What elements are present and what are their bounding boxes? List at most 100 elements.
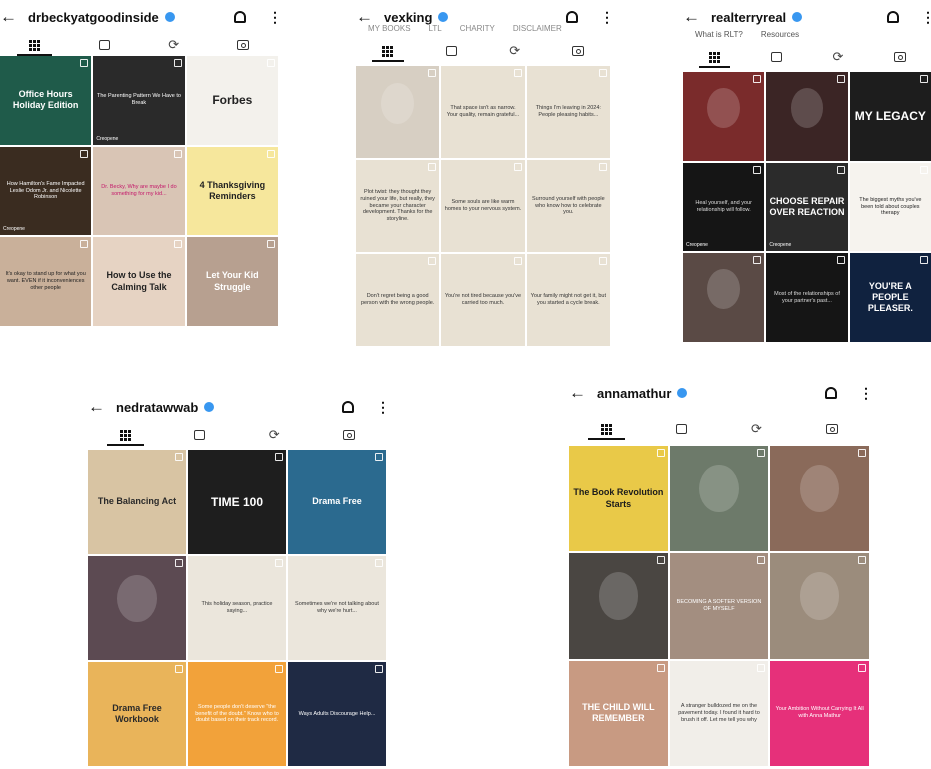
post-thumbnail[interactable]: Things I'm leaving in 2024: People pleas… <box>526 66 610 158</box>
post-thumbnail[interactable]: The Balancing Act <box>88 450 186 554</box>
post-thumbnail[interactable] <box>356 66 440 158</box>
post-thumbnail[interactable]: Sometimes we're not talking about why we… <box>288 556 386 660</box>
back-arrow-icon[interactable]: ← <box>88 397 105 417</box>
post-thumbnail[interactable]: Your family might not get it, but you st… <box>526 254 610 346</box>
post-thumbnail[interactable]: This holiday season, practice saying... <box>188 556 286 660</box>
pin-icon <box>428 257 437 265</box>
post-thumbnail[interactable] <box>669 446 769 552</box>
tab-posts[interactable] <box>88 424 163 446</box>
tab-tagged[interactable] <box>312 424 387 446</box>
tab-video[interactable] <box>420 40 484 62</box>
more-dots-icon[interactable]: ⋮ <box>376 399 386 416</box>
pin-icon <box>267 240 275 249</box>
tab-reels[interactable]: ⟳ <box>719 418 794 440</box>
post-thumbnail[interactable]: Don't regret being a good person with th… <box>356 254 440 346</box>
tab-reels[interactable]: ⟳ <box>483 40 547 62</box>
post-thumbnail[interactable] <box>569 553 668 659</box>
profile-tabs: ⟳ <box>0 34 278 56</box>
tab-posts[interactable] <box>0 34 70 56</box>
post-thumbnail[interactable] <box>683 253 765 342</box>
post-thumbnail[interactable]: That space isn't as narrow. Your quality… <box>441 66 525 158</box>
subnav-link[interactable]: MY BOOKS <box>368 24 411 33</box>
post-thumbnail[interactable]: Plot twist: they thought they ruined you… <box>356 160 440 252</box>
post-caption: Surround yourself with people who know h… <box>531 195 605 216</box>
back-arrow-icon[interactable]: ← <box>683 7 700 27</box>
post-thumbnail[interactable] <box>770 446 869 552</box>
back-arrow-icon[interactable]: ← <box>569 383 586 403</box>
tab-reels[interactable]: ⟳ <box>237 424 312 446</box>
post-thumbnail[interactable]: Office Hours Holiday Edition <box>0 56 92 145</box>
post-thumbnail[interactable]: 4 Thanksgiving Reminders <box>186 146 278 236</box>
tab-video[interactable] <box>644 418 719 440</box>
video-icon <box>194 430 206 440</box>
pin-icon <box>173 240 182 249</box>
tab-tagged[interactable] <box>794 418 869 440</box>
tab-tagged[interactable] <box>547 40 611 62</box>
post-thumbnail[interactable]: TIME 100 <box>188 450 286 554</box>
post-thumbnail[interactable]: How to Use the Calming Talk <box>93 237 185 326</box>
post-caption: YOU'RE A PEOPLE PLEASER. <box>867 280 913 314</box>
post-label: Creopene <box>686 242 708 249</box>
posts-grid: MY LEGACY Heal yourself, and your relatio… <box>683 72 931 342</box>
post-thumbnail[interactable]: It's okay to stand up for what you want.… <box>0 237 92 326</box>
more-dots-icon[interactable]: ⋮ <box>921 9 931 26</box>
subnav-link[interactable]: LTL <box>429 24 442 33</box>
subnav-link[interactable]: CHARITY <box>460 24 495 33</box>
post-thumbnail[interactable]: You're not tired because you've carried … <box>441 254 525 346</box>
post-thumbnail[interactable]: A stranger bulldozed me on the pavement … <box>669 660 769 766</box>
bell-icon[interactable] <box>566 11 578 23</box>
post-thumbnail[interactable]: Heal yourself, and your relationship wil… <box>683 162 765 252</box>
post-thumbnail[interactable]: Let Your Kid Struggle <box>186 237 278 326</box>
post-thumbnail[interactable]: BECOMING A SOFTER VERSION OF MYSELF <box>669 553 769 659</box>
tab-reels[interactable]: ⟳ <box>139 34 209 56</box>
post-thumbnail[interactable]: Forbes <box>186 56 278 145</box>
post-thumbnail[interactable]: Your Ambition Without Carrying It All wi… <box>770 660 869 766</box>
post-thumbnail[interactable] <box>770 553 869 659</box>
post-thumbnail[interactable]: The Book Revolution Starts <box>569 446 668 552</box>
photo-subject <box>699 464 739 513</box>
post-thumbnail[interactable]: Ways Adults Discourage Help... <box>288 662 386 766</box>
tab-posts[interactable] <box>356 40 420 62</box>
bell-icon[interactable] <box>342 401 354 413</box>
bell-icon[interactable] <box>825 387 837 399</box>
post-thumbnail[interactable] <box>88 556 186 660</box>
post-thumbnail[interactable]: Some people don't deserve "the benefit o… <box>188 662 286 766</box>
tab-reels[interactable]: ⟳ <box>807 46 869 68</box>
tab-posts[interactable] <box>683 46 745 68</box>
back-arrow-icon[interactable]: ← <box>0 7 17 27</box>
bell-icon[interactable] <box>234 11 246 23</box>
post-thumbnail[interactable]: How Hamilton's Fame Impacted Leslie Odom… <box>0 146 92 236</box>
post-thumbnail[interactable]: CHOOSE REPAIR OVER REACTION Creopene <box>766 162 848 252</box>
post-thumbnail[interactable]: Dr. Becky, Why are maybe I do something … <box>93 146 185 236</box>
post-thumbnail[interactable]: YOU'RE A PEOPLE PLEASER. <box>849 253 931 342</box>
tab-tagged[interactable] <box>869 46 931 68</box>
bell-icon[interactable] <box>887 11 899 23</box>
post-thumbnail[interactable]: THE CHILD WILL REMEMBER <box>569 660 668 766</box>
post-thumbnail[interactable] <box>683 72 765 161</box>
tab-video[interactable] <box>70 34 140 56</box>
post-caption: Your Ambition Without Carrying It All wi… <box>775 706 864 720</box>
subnav-link[interactable]: DISCLAIMER <box>513 24 562 33</box>
subnav-link[interactable]: Resources <box>761 30 799 39</box>
pin-icon <box>836 165 845 174</box>
subnav-link[interactable]: What is RLT? <box>695 30 743 39</box>
post-thumbnail[interactable]: Most of the relationships of your partne… <box>766 253 848 342</box>
post-thumbnail[interactable]: The Parenting Pattern We Have to Break Cr… <box>93 56 185 145</box>
post-thumbnail[interactable]: Drama Free <box>288 450 386 554</box>
more-dots-icon[interactable]: ⋮ <box>859 385 869 402</box>
post-thumbnail[interactable]: Some souls are like warm homes to your n… <box>441 160 525 252</box>
more-dots-icon[interactable]: ⋮ <box>268 9 278 26</box>
post-thumbnail[interactable]: Surround yourself with people who know h… <box>526 160 610 252</box>
more-dots-icon[interactable]: ⋮ <box>600 9 610 26</box>
profile-header: ← realterryreal ⋮ <box>683 0 931 34</box>
tab-tagged[interactable] <box>209 34 279 56</box>
post-caption: Dr. Becky, Why are maybe I do something … <box>101 184 177 197</box>
profile-panel: ← vexking ⋮ MY BOOKS LTL CHARITY DISCLAIMER ⟳ Th… <box>356 0 610 346</box>
post-thumbnail[interactable]: The biggest myths you've been told about… <box>849 162 931 252</box>
post-thumbnail[interactable] <box>766 72 848 161</box>
tab-posts[interactable] <box>569 418 644 440</box>
tab-video[interactable] <box>163 424 238 446</box>
tab-video[interactable] <box>745 46 807 68</box>
post-thumbnail[interactable]: MY LEGACY <box>849 72 931 161</box>
post-thumbnail[interactable]: Drama Free Workbook <box>88 662 186 766</box>
